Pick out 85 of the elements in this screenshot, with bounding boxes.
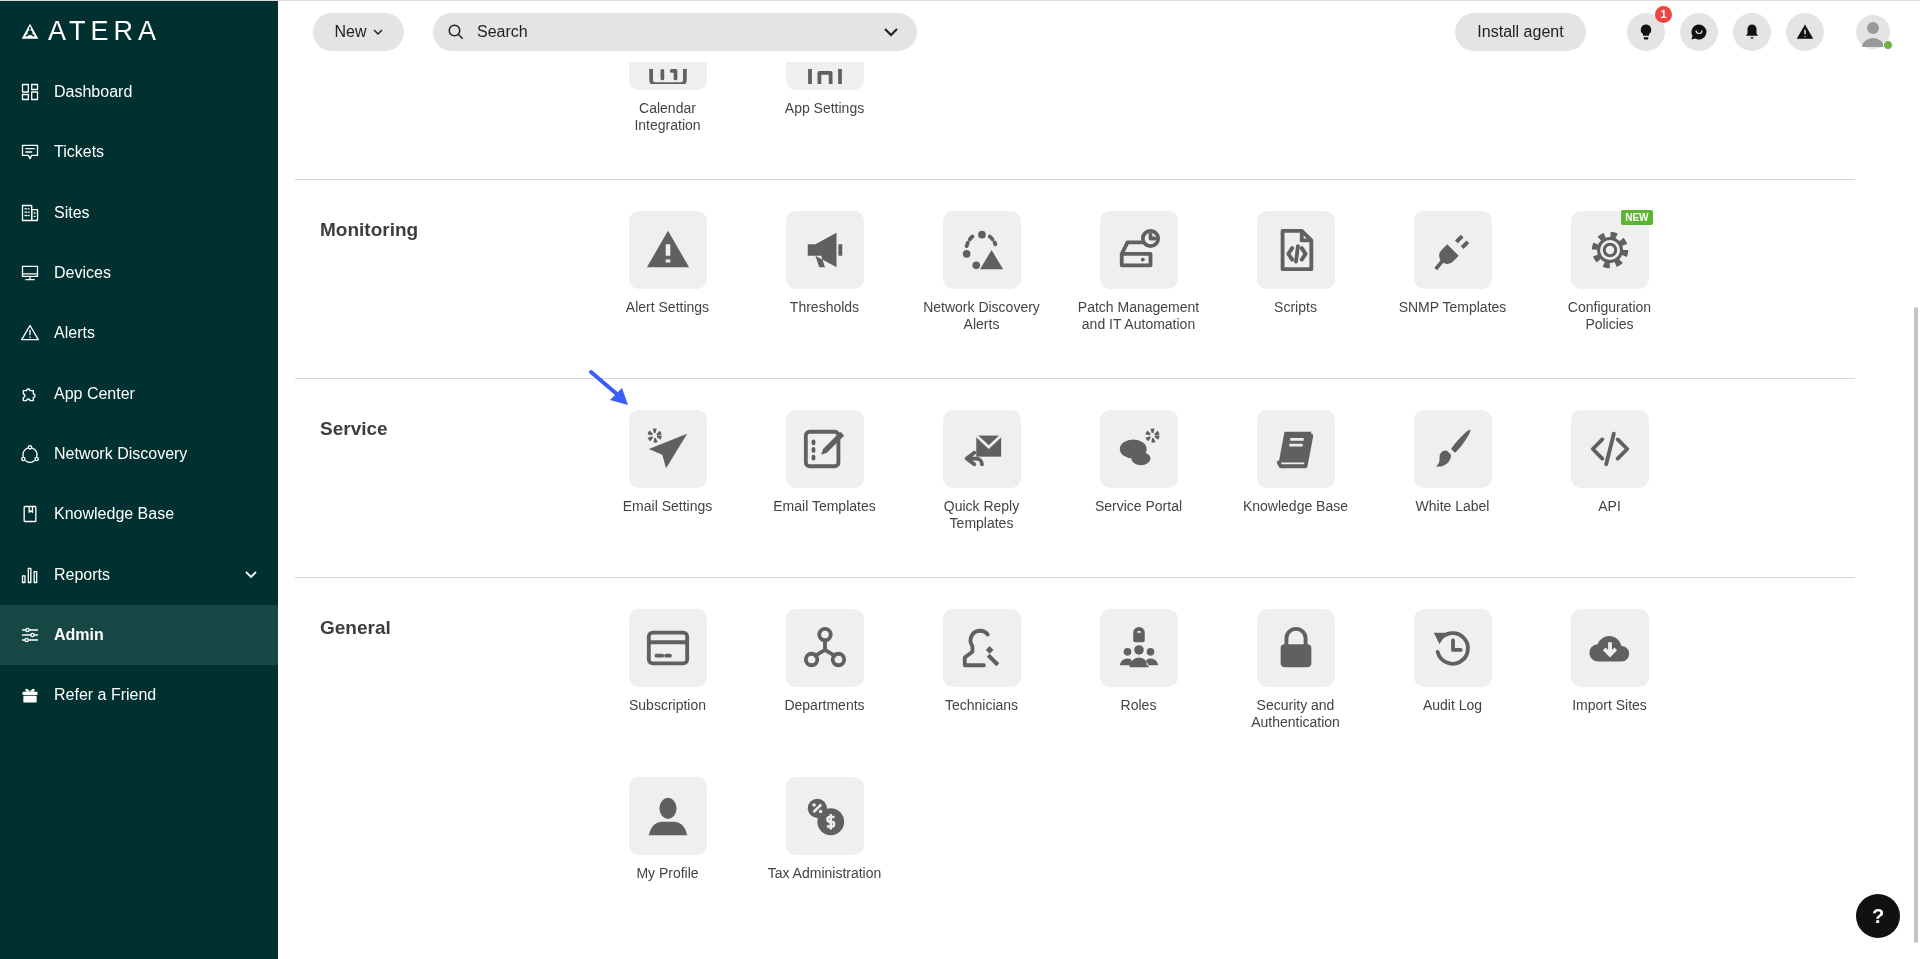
tile-label[interactable]: API — [1547, 498, 1672, 532]
nav-item[interactable]: Alerts — [0, 303, 278, 364]
settings-tile[interactable] — [628, 609, 707, 687]
tile-label[interactable]: Departments — [762, 697, 887, 731]
bell-button[interactable] — [1733, 12, 1771, 51]
settings-tile[interactable] — [1099, 609, 1178, 687]
chat-button[interactable] — [1680, 12, 1718, 51]
nav-item[interactable]: Network Discovery — [0, 423, 278, 485]
settings-tile[interactable] — [1099, 410, 1178, 488]
settings-tile[interactable] — [628, 410, 707, 488]
settings-tile[interactable] — [1413, 410, 1492, 488]
tile-label[interactable]: Scripts — [1233, 299, 1358, 333]
notification-badge: 1 — [1655, 5, 1672, 23]
tile-label[interactable]: Quick Reply Templates — [919, 498, 1044, 532]
tile-label[interactable]: Patch Management and IT Automation — [1076, 299, 1201, 333]
tile-label[interactable]: White Label — [1390, 498, 1515, 532]
tile-label[interactable]: My Profile — [605, 865, 730, 899]
settings-tile[interactable] — [1256, 410, 1335, 488]
network-icon — [20, 443, 40, 464]
tile-label[interactable]: Configuration Policies — [1547, 299, 1672, 333]
settings-tile[interactable] — [628, 62, 707, 90]
new-badge: NEW — [1621, 210, 1653, 225]
nav-item[interactable]: Reports — [0, 544, 278, 605]
settings-tile[interactable] — [942, 410, 1021, 488]
bell-icon — [1743, 22, 1761, 41]
settings-tile[interactable] — [942, 609, 1021, 687]
nav-item[interactable]: Knowledge Base — [0, 484, 278, 545]
settings-tile[interactable] — [942, 211, 1021, 289]
building-icon — [20, 202, 40, 223]
tile-label[interactable]: Thresholds — [762, 299, 887, 333]
settings-tile[interactable] — [1570, 609, 1649, 687]
tile-label[interactable]: Audit Log — [1390, 697, 1515, 731]
settings-tile[interactable] — [1570, 410, 1649, 488]
tile-label[interactable]: Subscription — [605, 697, 730, 731]
section-title: General — [319, 616, 392, 640]
settings-tile[interactable] — [628, 211, 707, 289]
logo-text: ATERA — [48, 16, 161, 47]
new-button[interactable]: New — [313, 12, 404, 51]
tile-label[interactable]: Roles — [1076, 697, 1201, 731]
tile-label[interactable]: Network Discovery Alerts — [919, 299, 1044, 333]
nav-item[interactable]: Refer a Friend — [0, 664, 278, 726]
chevron-icon — [372, 26, 383, 37]
settings-tile[interactable] — [785, 777, 864, 855]
nav-item[interactable]: Tickets — [0, 122, 278, 183]
nav-item[interactable]: App Center — [0, 363, 278, 424]
warning-button[interactable] — [1786, 12, 1824, 51]
settings-tile[interactable] — [1413, 211, 1492, 289]
tile-label[interactable]: Technicians — [919, 697, 1044, 731]
dashboard-icon — [20, 82, 40, 103]
settings-tile[interactable] — [785, 211, 864, 289]
tile-label[interactable]: Email Settings — [605, 498, 730, 532]
tile-label[interactable]: App Settings — [762, 100, 887, 134]
tile-label[interactable]: Tax Administration — [762, 865, 887, 899]
tile-label[interactable]: Knowledge Base — [1233, 498, 1358, 532]
tile-label[interactable]: Security and Authentication — [1233, 697, 1358, 731]
lightbulb-button[interactable] — [1627, 12, 1665, 51]
nav-item[interactable]: Admin — [0, 604, 278, 665]
pointer-arrow — [588, 369, 630, 407]
settings-tile[interactable] — [785, 62, 864, 90]
section-title: Service — [319, 417, 389, 441]
search-icon — [447, 22, 465, 41]
tile-label[interactable]: SNMP Templates — [1390, 299, 1515, 333]
scroll-bar[interactable] — [1914, 307, 1918, 943]
help-button[interactable]: ? — [1856, 894, 1900, 938]
settings-tile[interactable] — [785, 410, 864, 488]
settings-tile[interactable] — [628, 777, 707, 855]
settings-tile[interactable] — [1413, 609, 1492, 687]
install-agent-button[interactable]: Install agent — [1455, 12, 1586, 51]
nav-item[interactable]: Sites — [0, 182, 278, 243]
settings-tile[interactable] — [785, 609, 864, 687]
section-title: Monitoring — [319, 218, 420, 242]
nav-item[interactable]: Devices — [0, 242, 278, 304]
avatar[interactable] — [1856, 14, 1890, 49]
search-field[interactable]: Search — [433, 12, 917, 51]
chat-icon — [1690, 22, 1708, 41]
settings-tile[interactable] — [1256, 211, 1335, 289]
nav-item[interactable]: Dashboard — [0, 62, 278, 123]
tile-label[interactable]: Email Templates — [762, 498, 887, 532]
tile-label[interactable]: Service Portal — [1076, 498, 1201, 532]
warning-icon — [1796, 22, 1814, 41]
settings-tile[interactable] — [1099, 211, 1178, 289]
tile-label[interactable]: Import Sites — [1547, 697, 1672, 731]
tile-label[interactable]: Alert Settings — [605, 299, 730, 333]
settings-tile[interactable] — [1256, 609, 1335, 687]
tile-label[interactable]: Calendar Integration — [605, 100, 730, 134]
